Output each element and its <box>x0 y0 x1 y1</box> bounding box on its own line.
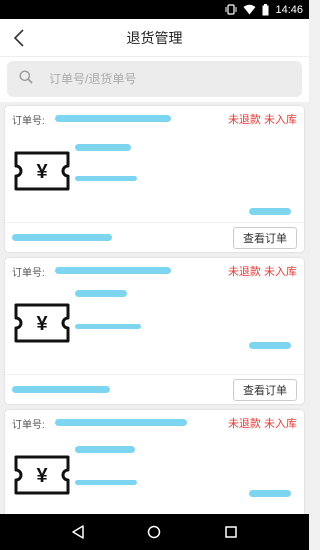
ticket-yen-icon: ¥ <box>14 303 70 343</box>
system-nav-bar <box>0 514 309 550</box>
wifi-icon <box>243 4 256 15</box>
redacted-product-name <box>75 446 135 453</box>
list-item: 订单号: 未退款 未入库 ¥ <box>5 410 304 514</box>
card-body: ¥ <box>5 436 304 514</box>
list-item: 订单号: 未退款 未入库 ¥ 查看订单 <box>5 258 304 404</box>
return-order-list: 订单号: 未退款 未入库 ¥ 查看订单 订单号: 未退款 未入库 ¥ 查看订单 … <box>0 102 309 514</box>
nav-home-icon[interactable] <box>139 517 169 547</box>
order-number-label: 订单号: <box>12 419 45 431</box>
search-box[interactable] <box>7 61 302 97</box>
list-item: 订单号: 未退款 未入库 ¥ 查看订单 <box>5 106 304 252</box>
vibrate-icon <box>225 4 237 15</box>
card-footer: 查看订单 <box>5 374 304 404</box>
redacted-date <box>12 234 112 241</box>
status-badge: 未退款 未入库 <box>227 114 297 126</box>
redacted-date <box>12 386 110 393</box>
back-arrow-icon[interactable] <box>8 27 30 49</box>
redacted-amount <box>249 342 291 349</box>
redacted-qty-price <box>75 324 141 329</box>
status-time: 14:46 <box>275 3 303 16</box>
order-number-label: 订单号: <box>12 267 45 279</box>
search-input[interactable] <box>49 72 269 86</box>
redacted-product-name <box>75 290 127 297</box>
app-bar: 退货管理 <box>0 19 309 57</box>
svg-text:¥: ¥ <box>36 465 48 487</box>
redacted-qty-price <box>75 176 137 181</box>
page-title: 退货管理 <box>126 29 183 46</box>
ticket-yen-icon: ¥ <box>14 455 70 495</box>
card-body: ¥ <box>5 132 304 222</box>
redacted-product-name <box>75 144 131 151</box>
view-order-button[interactable]: 查看订单 <box>233 226 297 249</box>
ticket-yen-icon: ¥ <box>14 151 70 191</box>
redacted-order-number <box>55 419 187 426</box>
battery-icon <box>262 3 269 16</box>
redacted-order-number <box>55 267 171 274</box>
search-icon <box>19 70 33 89</box>
card-footer: 查看订单 <box>5 222 304 252</box>
search-area <box>0 57 309 102</box>
order-number-label: 订单号: <box>12 115 45 127</box>
view-order-button[interactable]: 查看订单 <box>233 378 297 401</box>
status-badge: 未退款 未入库 <box>227 418 297 430</box>
redacted-amount <box>249 208 291 215</box>
svg-text:¥: ¥ <box>36 161 48 183</box>
status-badge: 未退款 未入库 <box>227 266 297 278</box>
nav-back-icon[interactable] <box>63 517 93 547</box>
nav-recents-icon[interactable] <box>216 517 246 547</box>
status-bar: 14:46 <box>0 0 309 19</box>
redacted-amount <box>249 490 291 497</box>
redacted-qty-price <box>75 480 137 485</box>
svg-text:¥: ¥ <box>36 313 48 335</box>
redacted-order-number <box>55 115 171 122</box>
card-body: ¥ <box>5 284 304 374</box>
